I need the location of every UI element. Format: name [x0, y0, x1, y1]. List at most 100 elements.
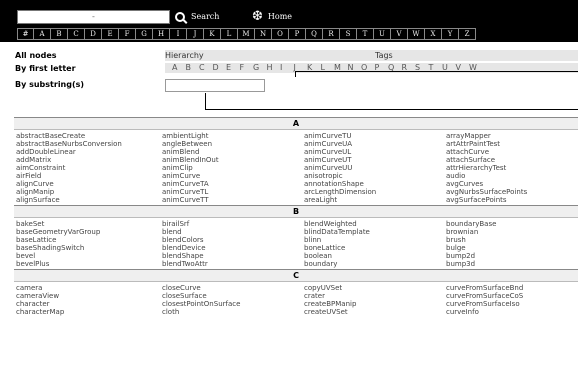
node-link[interactable]: createBPManip — [304, 300, 356, 308]
letter-index-item[interactable]: L — [221, 28, 238, 40]
substring-input[interactable] — [165, 79, 265, 92]
node-link[interactable]: addMatrix — [16, 156, 51, 164]
node-link[interactable]: bevelPlus — [16, 260, 49, 268]
node-link[interactable]: animCurve — [162, 172, 200, 180]
node-link[interactable]: baseGeometryVarGroup — [16, 228, 100, 236]
letter-index-item[interactable]: C — [68, 28, 85, 40]
node-link[interactable]: bakeSet — [16, 220, 44, 228]
node-link[interactable]: animCurveUU — [304, 164, 352, 172]
node-link[interactable]: airField — [16, 172, 41, 180]
letter-index-item[interactable]: E — [102, 28, 119, 40]
node-link[interactable]: areaLight — [304, 196, 337, 204]
node-link[interactable]: angleBetween — [162, 140, 212, 148]
node-link[interactable]: copyUVSet — [304, 284, 342, 292]
letter-index-item[interactable]: T — [357, 28, 374, 40]
node-link[interactable]: attachSurface — [446, 156, 495, 164]
node-link[interactable]: bulge — [446, 244, 466, 252]
node-link[interactable]: closeCurve — [162, 284, 201, 292]
letter-index-item[interactable]: O — [272, 28, 289, 40]
search-input[interactable]: - — [17, 10, 170, 24]
node-link[interactable]: blendTwoAttr — [162, 260, 208, 268]
node-link[interactable]: avgCurves — [446, 180, 483, 188]
node-link[interactable]: animCurveTL — [162, 188, 208, 196]
letter-index-item[interactable]: G — [136, 28, 153, 40]
node-link[interactable]: animCurveUT — [304, 156, 352, 164]
node-link[interactable]: blendWeighted — [304, 220, 357, 228]
letter-index-item[interactable]: K — [204, 28, 221, 40]
letter-index-item[interactable]: R — [323, 28, 340, 40]
letter-index-item[interactable]: S — [340, 28, 357, 40]
node-link[interactable]: attrHierarchyTest — [446, 164, 506, 172]
node-link[interactable]: baseShadingSwitch — [16, 244, 84, 252]
node-link[interactable]: animBlend — [162, 148, 199, 156]
first-letter-option[interactable]: E — [226, 63, 231, 73]
letter-index-item[interactable]: A — [34, 28, 51, 40]
node-link[interactable]: artAttrPaintTest — [446, 140, 500, 148]
all-nodes-label[interactable]: All nodes — [15, 50, 57, 61]
node-link[interactable]: addDoubleLinear — [16, 148, 76, 156]
hierarchy-link[interactable]: Hierarchy — [165, 50, 204, 61]
node-link[interactable]: closestPointOnSurface — [162, 300, 240, 308]
letter-index-item[interactable]: B — [51, 28, 68, 40]
node-link[interactable]: blinn — [304, 236, 321, 244]
node-link[interactable]: cameraView — [16, 292, 59, 300]
home-button[interactable]: ❆ Home — [252, 9, 292, 25]
first-letter-option[interactable]: A — [172, 63, 177, 73]
letter-index-item[interactable]: X — [425, 28, 442, 40]
letter-index-item[interactable]: Q — [306, 28, 323, 40]
node-link[interactable]: anisotropic — [304, 172, 343, 180]
node-link[interactable]: camera — [16, 284, 42, 292]
node-link[interactable]: boundaryBase — [446, 220, 496, 228]
node-link[interactable]: blendColors — [162, 236, 204, 244]
node-link[interactable]: animCurveUL — [304, 148, 351, 156]
node-link[interactable]: alignManip — [16, 188, 54, 196]
first-letter-option[interactable]: C — [199, 63, 205, 73]
node-link[interactable]: bump2d — [446, 252, 475, 260]
node-link[interactable]: blendShape — [162, 252, 204, 260]
letter-index-item[interactable]: F — [119, 28, 136, 40]
node-link[interactable]: characterMap — [16, 308, 64, 316]
letter-index-item[interactable]: P — [289, 28, 306, 40]
node-link[interactable]: closeSurface — [162, 292, 207, 300]
letter-index-item[interactable]: D — [85, 28, 102, 40]
node-link[interactable]: curveFromSurfaceCoS — [446, 292, 523, 300]
node-link[interactable]: abstractBaseCreate — [16, 132, 85, 140]
node-link[interactable]: attachCurve — [446, 148, 489, 156]
letter-index-item[interactable]: M — [238, 28, 255, 40]
node-link[interactable]: brush — [446, 236, 466, 244]
node-link[interactable]: arrayMapper — [446, 132, 491, 140]
node-link[interactable]: boundary — [304, 260, 337, 268]
node-link[interactable]: abstractBaseNurbsConversion — [16, 140, 122, 148]
node-link[interactable]: animCurveTU — [304, 132, 352, 140]
letter-index-item[interactable]: U — [374, 28, 391, 40]
node-link[interactable]: avgNurbsSurfacePoints — [446, 188, 527, 196]
node-link[interactable]: ambientLight — [162, 132, 208, 140]
node-link[interactable]: audio — [446, 172, 465, 180]
letter-index-item[interactable]: Y — [442, 28, 459, 40]
node-link[interactable]: bevel — [16, 252, 35, 260]
tags-link[interactable]: Tags — [375, 50, 393, 61]
letter-index-item[interactable]: H — [153, 28, 170, 40]
node-link[interactable]: cloth — [162, 308, 179, 316]
node-link[interactable]: bump3d — [446, 260, 475, 268]
node-link[interactable]: arcLengthDimension — [304, 188, 376, 196]
first-letter-option[interactable]: G — [253, 63, 259, 73]
node-link[interactable]: boolean — [304, 252, 332, 260]
node-link[interactable]: curveInfo — [446, 308, 479, 316]
node-link[interactable]: baseLattice — [16, 236, 56, 244]
node-link[interactable]: alignCurve — [16, 180, 54, 188]
node-link[interactable]: brownian — [446, 228, 478, 236]
node-link[interactable]: animBlendInOut — [162, 156, 219, 164]
node-link[interactable]: animClip — [162, 164, 193, 172]
letter-index-item[interactable]: N — [255, 28, 272, 40]
first-letter-option[interactable]: H — [267, 63, 273, 73]
first-letter-option[interactable]: F — [240, 63, 245, 73]
search-button[interactable]: Search — [175, 9, 219, 25]
node-link[interactable]: character — [16, 300, 50, 308]
node-link[interactable]: blendDevice — [162, 244, 206, 252]
node-link[interactable]: alignSurface — [16, 196, 60, 204]
node-link[interactable]: avgSurfacePoints — [446, 196, 507, 204]
letter-index-item[interactable]: # — [17, 28, 34, 40]
first-letter-option[interactable]: B — [186, 63, 192, 73]
node-link[interactable]: blend — [162, 228, 182, 236]
